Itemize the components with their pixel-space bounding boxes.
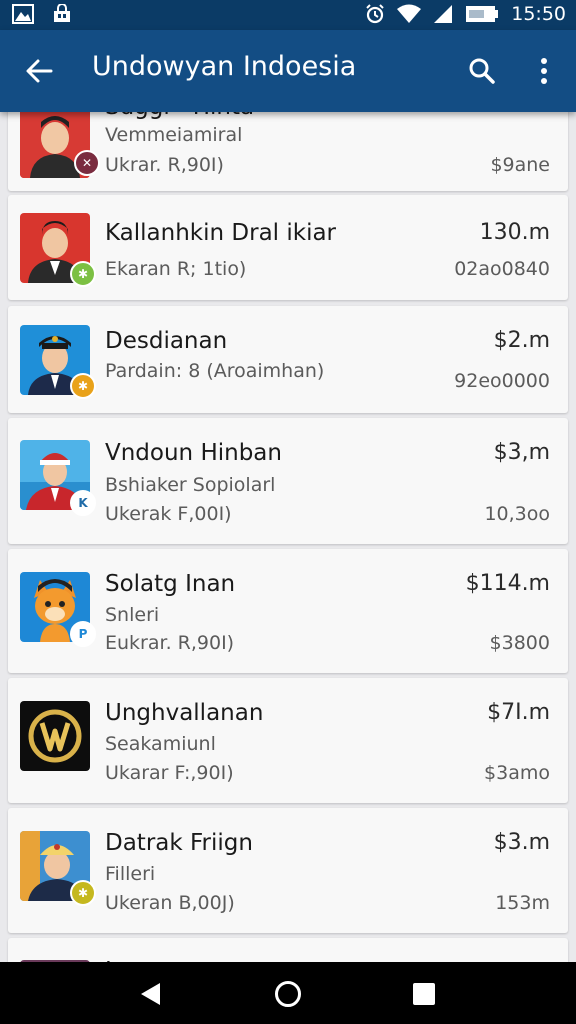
item-subtitle: Snleri	[105, 604, 160, 626]
item-badge-icon: K	[70, 490, 96, 516]
item-subtitle: Filleri	[105, 863, 156, 885]
item-price: $2.m	[493, 328, 550, 353]
item-badge-icon: ✱	[70, 880, 96, 906]
item-detail: Ekaran R; 1tio)	[105, 258, 247, 280]
list-item[interactable]: P Solatg Inan Snleri Eukrar. R,90I) $114…	[8, 549, 568, 673]
item-price: $114.m	[465, 571, 550, 596]
item-value: 10,3oo	[484, 503, 550, 525]
more-options-button[interactable]	[526, 50, 562, 92]
nav-home-button[interactable]	[263, 974, 313, 1014]
item-value: $9ane	[490, 154, 550, 176]
battery-icon	[465, 4, 499, 24]
list-item[interactable]: K Vndoun Hinban Bshiaker Sopiolarl Ukera…	[8, 418, 568, 544]
item-badge-icon: ✱	[70, 373, 96, 399]
back-button[interactable]	[16, 50, 62, 92]
item-detail: Ukrar. R,90I)	[105, 154, 224, 176]
item-subtitle: Seakamiunl	[105, 733, 216, 755]
item-name: Unghvallanan	[105, 700, 264, 726]
item-subtitle: Vemmeiamiral	[105, 124, 243, 146]
page-title: Undowyan Indoesia	[92, 51, 357, 82]
item-price: $3.m	[493, 830, 550, 855]
wifi-icon	[397, 4, 422, 24]
more-vert-icon	[541, 58, 547, 84]
list-item[interactable]: Unghvallanan Seakamiunl Ukarar F:,90I) $…	[8, 678, 568, 803]
item-name: Datrak Friign	[105, 830, 253, 856]
item-detail: Ukeran B,00J)	[105, 892, 235, 914]
store-notification-icon	[52, 4, 72, 24]
item-price: 130.m	[479, 220, 550, 245]
item-name: Kallanhkin Dral ikiar	[105, 220, 337, 246]
item-value: 02ao0840	[454, 258, 550, 280]
item-detail: Eukrar. R,90I)	[105, 632, 235, 654]
item-name: Vndoun Hinban	[105, 440, 282, 466]
list-item[interactable]: ✕ Suggl - Hinta Vemmeiamiral Ukrar. R,90…	[8, 100, 568, 191]
list-item[interactable]: L	[8, 938, 568, 962]
nav-back-button[interactable]	[126, 974, 176, 1014]
item-detail: Ukarar F:,90I)	[105, 762, 234, 784]
status-bar: 15:50	[0, 0, 576, 30]
triangle-back-icon	[141, 983, 160, 1005]
item-value: $3amo	[484, 762, 550, 784]
item-subtitle: Bshiaker Sopiolarl	[105, 474, 276, 496]
app-bar: Undowyan Indoesia	[0, 30, 576, 112]
item-thumbnail	[20, 701, 90, 771]
results-list: ✕ Suggl - Hinta Vemmeiamiral Ukrar. R,90…	[0, 100, 576, 962]
item-detail: Ukerak F,00I)	[105, 503, 232, 525]
alarm-icon	[365, 4, 385, 24]
list-item[interactable]: ✱ Desdianan Pardain: 8 (Aroaimhan) $2.m …	[8, 306, 568, 413]
item-price: $3,m	[493, 440, 550, 465]
item-badge-icon: ✱	[70, 261, 96, 287]
item-subtitle: Pardain: 8 (Aroaimhan)	[105, 360, 325, 382]
square-recents-icon	[413, 983, 435, 1005]
item-badge-icon: P	[70, 621, 96, 647]
signal-icon	[433, 4, 453, 24]
item-value: 153m	[495, 892, 550, 914]
search-icon	[469, 58, 495, 84]
circle-home-icon	[275, 981, 301, 1007]
status-time: 15:50	[511, 3, 566, 25]
item-badge-icon: ✕	[74, 150, 100, 176]
arrow-back-icon	[26, 59, 53, 83]
item-price: $7I.m	[487, 700, 550, 725]
gallery-notification-icon	[12, 4, 34, 24]
item-name: Solatg Inan	[105, 571, 236, 597]
item-value: $3800	[489, 632, 550, 654]
search-button[interactable]	[460, 50, 504, 92]
item-name: Desdianan	[105, 328, 228, 354]
nav-recents-button[interactable]	[399, 974, 449, 1014]
list-item[interactable]: ✱ Kallanhkin Dral ikiar Ekaran R; 1tio) …	[8, 195, 568, 300]
list-item[interactable]: ✱ Datrak Friign Filleri Ukeran B,00J) $3…	[8, 808, 568, 933]
navigation-bar	[0, 962, 576, 1024]
item-value: 92eo0000	[454, 370, 550, 392]
